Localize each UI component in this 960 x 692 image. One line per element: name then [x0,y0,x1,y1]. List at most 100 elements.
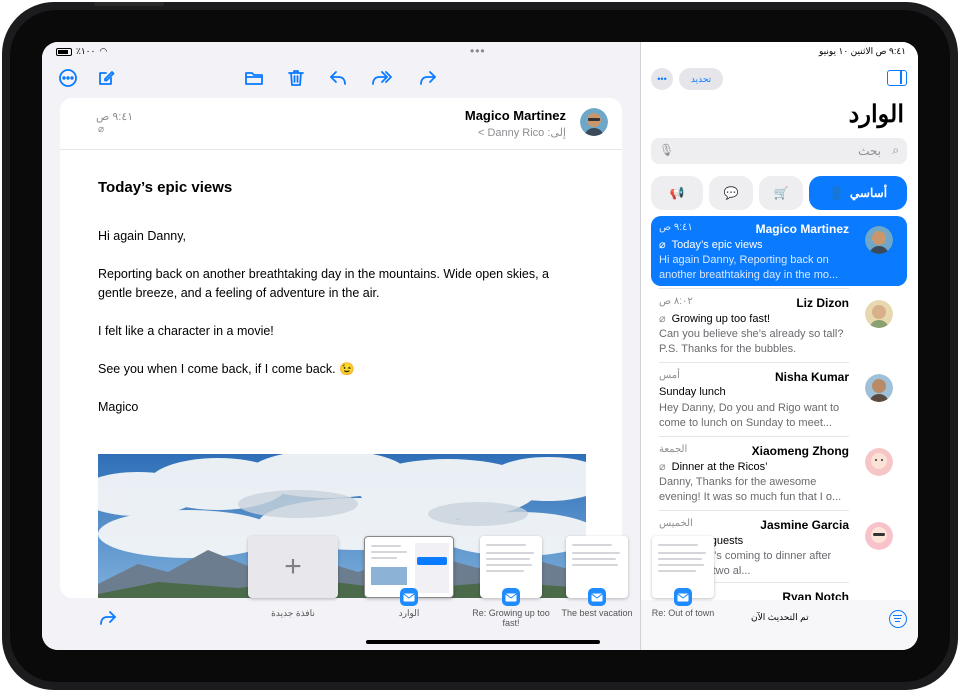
list-item-preview: Hi again Danny, Reporting back on anothe… [659,254,839,281]
message-time: ٩:٤١ ص [96,111,134,123]
person-icon: 👤 [828,186,844,200]
sidebar-icon[interactable] [887,70,907,86]
reply-all-icon[interactable] [370,66,394,90]
new-window-label: نافذة جديدة [271,608,315,618]
trash-icon[interactable] [284,66,308,90]
message-paragraph: Reporting back on another breathtaking d… [98,267,549,300]
mail-app-icon [674,588,692,606]
multitasking-dots-icon[interactable]: ••• [470,44,486,58]
list-item-sender: Nisha Kumar [774,370,849,384]
avatar [865,374,893,402]
list-top-bar: ••• تحديد [641,68,918,90]
message-body: Today’s epic views Hi again Danny, Repor… [98,178,578,436]
new-window-button[interactable]: + [248,536,338,598]
list-item-preview: Danny, Thanks for the awesome evening! I… [659,476,842,503]
cart-icon: 🛒 [773,186,789,200]
folder-icon[interactable] [242,66,266,90]
category-bar: 👤 أساسي 🛒 💬 📢 [641,176,918,210]
list-item-sender: Jasmine Garcia [760,518,849,532]
list-item-preview: Can you believe she’s already so tall? P… [659,328,844,355]
window-label: الوارد [398,608,420,618]
wifi-icon: ◠ [99,46,108,56]
message-paragraph: I felt like a character in a movie! [98,324,274,338]
reply-icon[interactable] [326,66,350,90]
list-item-subject-text: Dinner at the Ricos’ [671,461,768,473]
message-icon: 💬 [723,186,739,200]
mail-app-icon [502,588,520,606]
recipient-line[interactable]: إلى: Danny Rico > [478,126,566,139]
category-transactions[interactable]: 🛒 [759,176,803,210]
filter-icon[interactable] [889,610,907,628]
avatar [865,448,893,476]
compose-icon[interactable] [94,66,118,90]
list-item[interactable]: Liz Dizon ٨:٠٢ ص ⌀ Growing up too fast! C… [651,290,907,360]
window-label: The best vacation [561,608,633,618]
list-item[interactable]: Xiaomeng Zhong الجمعة ⌀ Dinner at the Ric… [651,438,907,508]
status-left: ٪١٠٠ ◠ [56,46,107,57]
list-item-preview: Hey Danny, Do you and Rigo want to come … [659,402,840,429]
divider [659,288,849,289]
list-item-subject-text: Growing up too fast! [671,313,771,325]
list-item-subject: ⌀ Today’s epic views [659,239,763,251]
sender-name[interactable]: Magico Martinez [465,108,566,123]
select-button[interactable]: تحديد [679,68,723,90]
list-item-date: ٩:٤١ ص [659,222,693,233]
window-switcher: + نافذة جديدة الوارد Re: Growing up too … [242,536,722,646]
divider [659,362,849,363]
list-item-date: أمس [659,370,680,381]
list-item-sender: Liz Dizon [796,296,849,310]
search-icon: ⌕ [892,143,899,157]
divider [659,436,849,437]
avatar [865,522,893,550]
more-icon[interactable] [56,66,80,90]
search-field[interactable]: ⌕ بحث 🎙 [651,138,907,164]
microphone-icon[interactable]: 🎙 [659,143,674,157]
message-paragraph: Magico [98,400,139,414]
list-item[interactable]: Magico Martinez ٩:٤١ ص ⌀ Today’s epic vie… [651,216,907,286]
list-item-subject: Sunday lunch [659,386,726,398]
page-title: الوارد [848,101,904,128]
list-item-subject-text: Today’s epic views [671,239,763,251]
message-card: ٩:٤١ ص ⌀ Magico Martinez إلى: Danny Rico… [60,98,622,598]
category-primary-label: أساسي [849,186,888,200]
window-label: Re: Growing up too fast! [472,608,550,628]
category-updates[interactable]: 💬 [709,176,753,210]
sender-avatar[interactable] [580,108,608,136]
list-item-date: ٨:٠٢ ص [659,296,693,307]
mail-app-icon [588,588,606,606]
window-label: Re: Out of town [651,608,715,618]
list-item-subject: ⌀ Dinner at the Ricos’ [659,461,768,473]
list-more-icon[interactable]: ••• [651,68,673,90]
list-item[interactable]: Nisha Kumar أمس Sunday lunch Hey Danny, … [651,364,907,434]
list-item-sender: Magico Martinez [755,222,849,236]
avatar [865,300,893,328]
megaphone-icon: 📢 [669,186,685,200]
list-item-date: الجمعة [659,444,688,455]
list-item-subject: ⌀ Growing up too fast! [659,313,771,325]
battery-percent: ٪١٠٠ [76,46,96,56]
share-icon[interactable] [96,606,120,630]
category-primary[interactable]: 👤 أساسي [809,176,907,210]
message-header: ٩:٤١ ص ⌀ Magico Martinez إلى: Danny Rico… [60,98,622,150]
battery-icon [56,47,72,56]
plus-icon: + [284,550,302,583]
update-status: تم التحديث الآن [751,612,809,622]
message-paragraph: See you when I come back, if I come back… [98,362,355,376]
list-item-sender: Xiaomeng Zhong [751,444,849,458]
search-placeholder: بحث [858,144,881,158]
category-promotions[interactable]: 📢 [651,176,703,210]
screen: ٩:٤١ ص ⌀ Magico Martinez إلى: Danny Rico… [42,42,918,650]
home-indicator[interactable] [366,640,600,644]
forward-icon[interactable] [416,66,440,90]
message-subject: Today’s epic views [98,179,233,196]
status-bar: ٪١٠٠ ◠ ••• ٩:٤١ ص الاثنين ١٠ يونيو [42,42,918,62]
list-item-date: الخميس [659,518,693,529]
top-button [94,2,164,6]
message-paragraph: Hi again Danny, [98,229,187,243]
attachment-icon: ⌀ [98,124,105,135]
divider [659,510,849,511]
detail-toolbar [42,66,638,94]
mail-app-icon [400,588,418,606]
status-time-date: ٩:٤١ ص الاثنين ١٠ يونيو [818,46,906,56]
avatar [865,226,893,254]
